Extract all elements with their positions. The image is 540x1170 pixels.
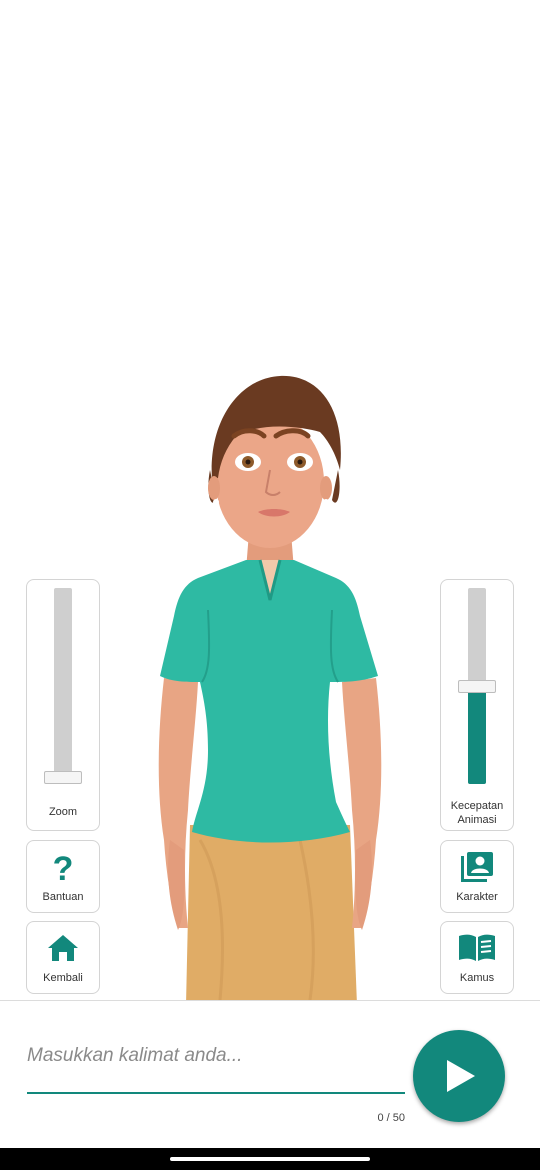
input-underline: [27, 1092, 405, 1094]
zoom-slider-panel: Zoom: [26, 579, 100, 831]
speed-slider-label-line2: Animasi: [457, 814, 497, 826]
character-button[interactable]: Karakter: [440, 840, 514, 913]
sentence-input[interactable]: [27, 1036, 405, 1076]
character-icon: [459, 849, 495, 885]
speed-slider-label: Kecepatan Animasi: [441, 799, 513, 827]
play-icon: [447, 1060, 475, 1092]
help-icon: ?: [48, 849, 78, 885]
play-button[interactable]: [413, 1030, 505, 1122]
help-button[interactable]: ? Bantuan: [26, 840, 100, 913]
char-counter: 0 / 50: [377, 1112, 405, 1124]
zoom-slider-track[interactable]: [54, 588, 72, 784]
book-icon: [457, 930, 497, 966]
character-button-label: Karakter: [456, 891, 498, 903]
home-button-label: Kembali: [43, 972, 83, 984]
speed-slider-label-line1: Kecepatan: [450, 800, 504, 812]
home-button[interactable]: Kembali: [26, 921, 100, 994]
app-screen: Zoom Kecepatan Animasi ? Bantuan Kembali: [0, 0, 540, 1170]
avatar-3d: [158, 375, 382, 1000]
zoom-slider-label: Zoom: [48, 806, 78, 818]
home-indicator[interactable]: [170, 1157, 370, 1161]
avatar-skirt: [186, 825, 357, 1000]
dictionary-button[interactable]: Kamus: [440, 921, 514, 994]
zoom-slider-thumb[interactable]: [44, 771, 82, 784]
svg-text:?: ?: [53, 850, 74, 884]
speed-slider-panel: Kecepatan Animasi: [440, 579, 514, 831]
dictionary-button-label: Kamus: [459, 972, 495, 984]
home-icon: [46, 930, 80, 966]
help-button-label: Bantuan: [42, 891, 84, 903]
speed-slider-thumb[interactable]: [458, 679, 496, 693]
speed-slider-fill: [468, 686, 486, 784]
